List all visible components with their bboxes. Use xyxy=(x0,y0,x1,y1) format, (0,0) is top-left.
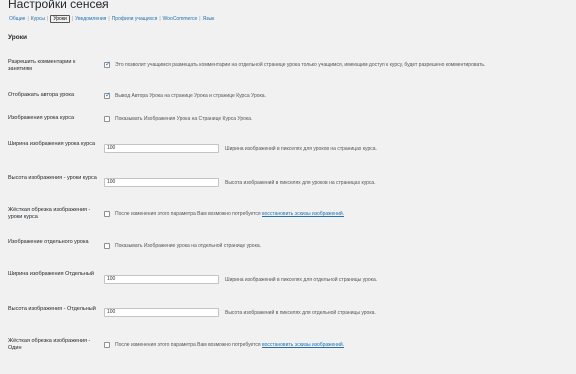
setting-label: Разрешить комментарии к занятиям xyxy=(8,59,76,72)
setting-description: Высота изображений в пикселях для уроков… xyxy=(225,180,376,186)
setting-description-text: После изменения этого параметра Вам возм… xyxy=(115,211,262,217)
tab-notifications[interactable]: Уведомления xyxy=(75,16,106,22)
single-image-width-input[interactable]: 100 xyxy=(104,275,219,284)
setting-description: Показывать Изображение урока на отдельно… xyxy=(115,243,262,249)
setting-label: Отображать автора урока xyxy=(8,92,75,98)
tab-learner-profiles[interactable]: Профили учащихся xyxy=(112,16,158,22)
version-label: v.w xyxy=(96,4,104,10)
show-author-checkbox[interactable] xyxy=(104,91,111,99)
single-hard-crop-checkbox[interactable] xyxy=(104,342,110,348)
setting-description: После изменения этого параметра Вам возм… xyxy=(115,211,344,217)
tab-woocommerce[interactable]: WooCommerce xyxy=(163,16,198,22)
tab-separator: | xyxy=(108,16,110,22)
allow-comments-checkbox[interactable] xyxy=(104,60,111,68)
setting-description: Ширина изображений в пикселях для отдель… xyxy=(225,277,378,283)
tab-separator: | xyxy=(159,16,161,22)
setting-label: Изображение отдельного урока xyxy=(8,239,89,245)
course-hard-crop-checkbox[interactable] xyxy=(104,211,110,217)
tab-separator: | xyxy=(47,16,49,22)
setting-label: Жёсткая обрезка изображения - уроки курс… xyxy=(8,207,91,220)
setting-description: После изменения этого параметра Вам возм… xyxy=(115,342,344,348)
setting-label: Жёсткая обрезка изображения - Один xyxy=(8,338,91,351)
setting-description: Вывод Автора Урока на странице Урока и с… xyxy=(115,93,266,99)
single-image-height-input[interactable]: 100 xyxy=(104,308,219,317)
settings-subnav: Общие | Курсы | Уроки | Уведомления | Профили уч… xyxy=(9,15,215,26)
tab-separator: | xyxy=(71,16,74,22)
setting-description: Показывать Изображения Урока на Странице… xyxy=(115,116,253,122)
setting-description: Это позволит учащимся размещать коммента… xyxy=(115,62,486,68)
setting-description-text: После изменения этого параметра Вам возм… xyxy=(115,342,262,348)
course-lesson-images-checkbox[interactable] xyxy=(104,116,110,122)
course-image-width-input[interactable]: 100 xyxy=(104,144,219,153)
setting-description: Высота изображений в пикселях для отдель… xyxy=(225,310,376,316)
setting-label: Ширина изображения Отдельный xyxy=(8,271,94,277)
setting-label: Высота изображения - Отдельный xyxy=(8,306,96,312)
tab-language[interactable]: Язык xyxy=(203,16,215,22)
setting-label: Ширина изображения урока курса xyxy=(8,141,96,147)
setting-description: Ширина изображений в пикселях для уроков… xyxy=(225,146,377,152)
regenerate-thumbnails-link[interactable]: восстановить эскизы изображений. xyxy=(262,211,344,217)
setting-label: Высота изображения - уроки курса xyxy=(8,175,97,181)
tab-separator: | xyxy=(27,16,29,22)
tab-separator: | xyxy=(199,16,201,22)
regenerate-thumbnails-link[interactable]: восстановить эскизы изображений. xyxy=(262,342,344,348)
setting-label: Изображения урока курса xyxy=(8,115,75,121)
course-image-height-input[interactable]: 100 xyxy=(104,178,219,187)
tab-courses[interactable]: Курсы xyxy=(31,16,45,22)
page-title: Настройки сенсея xyxy=(8,0,109,11)
tab-lessons[interactable]: Уроки xyxy=(50,15,70,23)
single-lesson-image-checkbox[interactable] xyxy=(104,243,110,249)
tab-general[interactable]: Общие xyxy=(9,16,25,22)
section-title: Уроки xyxy=(8,34,27,41)
